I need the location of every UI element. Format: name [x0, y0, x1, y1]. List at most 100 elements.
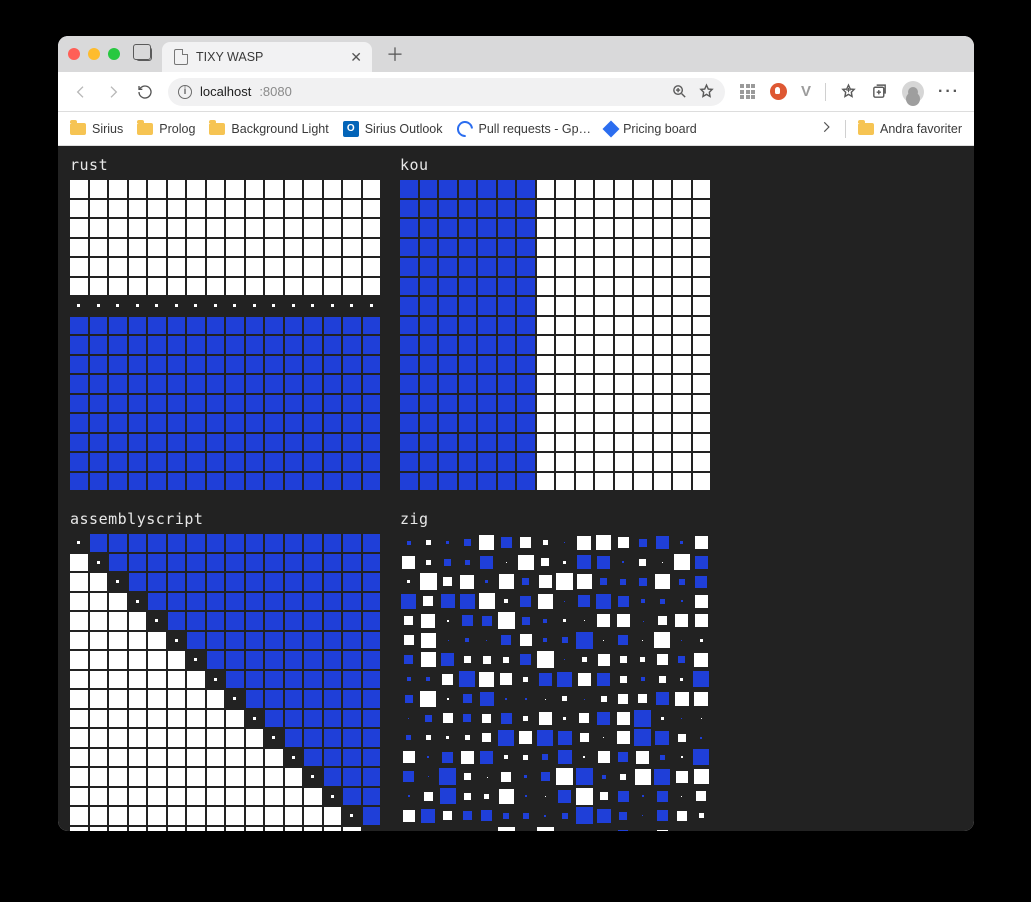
tixy-cell: [634, 632, 652, 650]
tixy-cell: [324, 768, 342, 786]
tixy-cell: [246, 434, 264, 452]
tixy-cell: [517, 317, 535, 335]
tixy-cell: [400, 768, 418, 786]
tixy-cell: [265, 297, 283, 315]
new-tab-button[interactable]: ＋: [382, 41, 408, 67]
overflow-menu-button[interactable]: ···: [938, 83, 960, 101]
tixy-cell: [343, 768, 361, 786]
tixy-cell: [576, 612, 594, 630]
tixy-cell: [478, 317, 496, 335]
tixy-cell: [187, 375, 205, 393]
tixy-cell: [498, 297, 516, 315]
tixy-cell: [537, 219, 555, 237]
tixy-cell: [673, 651, 691, 669]
tab-overview-icon[interactable]: [136, 47, 152, 61]
bookmark-star-icon[interactable]: [698, 83, 715, 100]
bookmark-other-favorites[interactable]: Andra favoriter: [858, 122, 962, 136]
tixy-cell: [265, 534, 283, 552]
tixy-cell: [246, 554, 264, 572]
bookmark-pricing-board[interactable]: Pricing board: [605, 122, 697, 136]
tixy-cell: [400, 219, 418, 237]
zoom-icon[interactable]: [671, 83, 688, 100]
tixy-cell: [556, 749, 574, 767]
tixy-cell: [109, 671, 127, 689]
tixy-cell: [634, 278, 652, 296]
tixy-cell: [654, 671, 672, 689]
back-button[interactable]: [72, 83, 90, 101]
tixy-cell: [109, 434, 127, 452]
tixy-cell: [673, 258, 691, 276]
tixy-cell: [459, 434, 477, 452]
tixy-cell: [207, 554, 225, 572]
fullscreen-window-button[interactable]: [108, 48, 120, 60]
tixy-cell: [634, 788, 652, 806]
tixy-cell: [576, 671, 594, 689]
tixy-cell: [343, 788, 361, 806]
tixy-cell: [246, 258, 264, 276]
bookmark-pull-requests[interactable]: Pull requests - Gp…: [457, 121, 592, 137]
tixy-cell: [634, 593, 652, 611]
tixy-cell: [226, 200, 244, 218]
tixy-cell: [420, 317, 438, 335]
tixy-cell: [148, 297, 166, 315]
tixy-cell: [343, 414, 361, 432]
tixy-cell: [324, 651, 342, 669]
tixy-cell: [400, 258, 418, 276]
duckduckgo-icon[interactable]: [770, 83, 787, 100]
bookmark-prolog[interactable]: Prolog: [137, 122, 195, 136]
tixy-cell: [129, 317, 147, 335]
bookmark-background-light[interactable]: Background Light: [209, 122, 328, 136]
tixy-cell: [343, 632, 361, 650]
tixy-cell: [148, 395, 166, 413]
page-content: rust kou assemblyscript zig: [58, 146, 974, 831]
v-extension-icon[interactable]: V: [801, 83, 811, 100]
tixy-cell: [265, 749, 283, 767]
tixy-cell: [148, 671, 166, 689]
tixy-cell: [556, 573, 574, 591]
bookmark-label: Sirius: [92, 122, 123, 136]
bookmarks-overflow-chevron[interactable]: [819, 120, 833, 137]
tixy-cell: [70, 690, 88, 708]
tixy-cell: [634, 180, 652, 198]
tixy-cell: [324, 414, 342, 432]
tixy-cell: [265, 554, 283, 572]
tixy-cell: [304, 453, 322, 471]
tixy-cell: [537, 671, 555, 689]
site-info-icon[interactable]: i: [178, 85, 192, 99]
address-bar[interactable]: i localhost:8080: [168, 78, 725, 106]
bookmark-sirius-outlook[interactable]: OSirius Outlook: [343, 121, 443, 137]
minimize-window-button[interactable]: [88, 48, 100, 60]
tixy-cell: [498, 356, 516, 374]
forward-button[interactable]: [104, 83, 122, 101]
panel-kou: kou: [400, 156, 710, 490]
tixy-cell: [187, 671, 205, 689]
tixy-cell: [246, 200, 264, 218]
tixy-cell: [654, 258, 672, 276]
tixy-cell: [439, 554, 457, 572]
favorites-star-icon[interactable]: [840, 83, 857, 100]
tixy-cell: [109, 729, 127, 747]
tixy-cell: [70, 729, 88, 747]
tixy-cell: [459, 219, 477, 237]
tixy-cell: [615, 827, 633, 832]
profile-avatar[interactable]: [902, 81, 924, 103]
tixy-cell: [517, 414, 535, 432]
tixy-cell: [246, 473, 264, 491]
reload-button[interactable]: [136, 83, 154, 101]
tixy-cell: [420, 690, 438, 708]
tixy-cell: [226, 788, 244, 806]
tixy-cell: [187, 827, 205, 832]
tixy-cell: [148, 239, 166, 257]
tixy-cell: [363, 671, 381, 689]
close-window-button[interactable]: [68, 48, 80, 60]
collections-icon[interactable]: [871, 83, 888, 100]
panel-assemblyscript: assemblyscript: [70, 510, 380, 831]
close-tab-button[interactable]: ✕: [350, 49, 362, 66]
tixy-cell: [459, 414, 477, 432]
tixy-cell: [498, 317, 516, 335]
browser-tab[interactable]: TIXY WASP ✕: [162, 42, 372, 72]
tixy-cell: [304, 317, 322, 335]
tixy-cell: [654, 356, 672, 374]
bookmark-sirius[interactable]: Sirius: [70, 122, 123, 136]
ext-grid-icon[interactable]: [739, 83, 756, 100]
